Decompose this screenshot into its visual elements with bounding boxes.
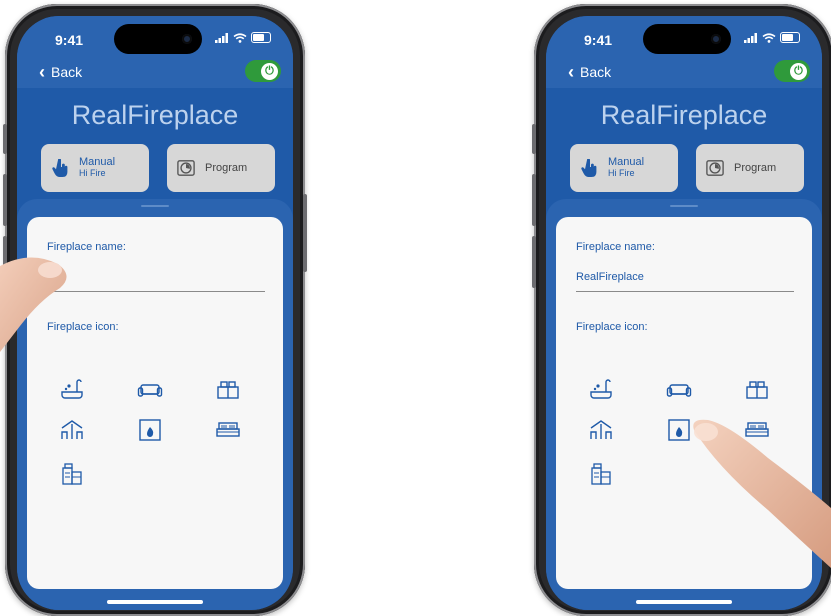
app-title: RealFireplace: [600, 100, 768, 130]
volume-down-button: [532, 236, 536, 288]
fireplace-icon-label: Fireplace icon:: [576, 321, 648, 333]
app-title: RealFireplace: [71, 100, 239, 130]
battery-icon: [251, 32, 271, 43]
fireplace-icon[interactable]: [666, 419, 692, 441]
sheet-grabber[interactable]: [141, 205, 169, 207]
fireplace-name-label: Fireplace name:: [47, 241, 126, 253]
manual-mode-button[interactable]: Manual Hi Fire: [41, 144, 149, 192]
back-label: Back: [51, 64, 83, 80]
dynamic-island: [643, 24, 731, 54]
mute-switch: [3, 124, 7, 154]
power-side-button: [303, 194, 307, 272]
hand-pointer-icon: [51, 158, 69, 178]
kitchen-icon[interactable]: [588, 463, 614, 485]
program-mode-button[interactable]: Program: [696, 144, 804, 192]
fireplace-name-input[interactable]: RealFireplace: [576, 271, 644, 283]
manual-label: Manual: [79, 156, 116, 168]
wifi-icon: [762, 32, 776, 43]
manual-mode-button[interactable]: Manual Hi Fire: [570, 144, 678, 192]
status-bar: 9:41: [17, 16, 293, 64]
status-time: 9:41: [584, 32, 613, 48]
back-label: Back: [580, 64, 612, 80]
bed-icon[interactable]: [215, 419, 241, 441]
signal-icon: [215, 32, 228, 43]
fireplace-name-label: Fireplace name:: [576, 241, 655, 253]
input-underline: [576, 291, 794, 292]
sofa-icon[interactable]: [666, 379, 692, 401]
home-indicator: [636, 600, 732, 604]
bedroom-icon[interactable]: [215, 379, 241, 401]
edit-sheet: Fireplace name: RealFireplace Fireplace …: [546, 199, 822, 610]
pergola-icon[interactable]: [59, 419, 85, 441]
status-bar: 9:41: [546, 16, 822, 64]
home-indicator: [107, 600, 203, 604]
bathtub-icon[interactable]: [59, 379, 85, 401]
power-icon: ⏻: [261, 62, 278, 80]
power-icon: ⏻: [790, 62, 807, 80]
pergola-icon[interactable]: [588, 419, 614, 441]
status-icons: [215, 32, 271, 43]
chevron-left-icon: ‹: [568, 62, 574, 82]
nav-bar: ‹ Back ⏻: [546, 60, 822, 88]
edit-sheet: Fireplace name: pty Fireplace icon:: [17, 199, 293, 610]
back-button[interactable]: ‹ Back: [39, 62, 83, 82]
chevron-left-icon: ‹: [39, 62, 45, 82]
power-toggle[interactable]: ⏻: [245, 60, 281, 82]
program-label: Program: [205, 161, 248, 174]
screen: 9:41 ‹ Back ⏻ RealFireplace Manual Hi Fi…: [546, 16, 822, 610]
status-time: 9:41: [55, 32, 84, 48]
volume-down-button: [3, 236, 7, 288]
mute-switch: [532, 124, 536, 154]
bathtub-icon[interactable]: [588, 379, 614, 401]
screen: 9:41 ‹ Back ⏻ RealFireplace Manual Hi Fi…: [17, 16, 293, 610]
phone-left: 9:41 ‹ Back ⏻ RealFireplace Manual Hi Fi…: [3, 4, 307, 616]
nav-bar: ‹ Back ⏻: [17, 60, 293, 88]
manual-sub-label: Hi Fire: [608, 168, 635, 178]
manual-label: Manual: [608, 156, 645, 168]
input-underline: [47, 291, 265, 292]
clock-icon: [706, 158, 724, 178]
program-mode-button[interactable]: Program: [167, 144, 275, 192]
wifi-icon: [233, 32, 247, 43]
sofa-icon[interactable]: [137, 379, 163, 401]
signal-icon: [744, 32, 757, 43]
program-label: Program: [734, 161, 777, 174]
camera-icon: [711, 34, 721, 44]
phone-right: 9:41 ‹ Back ⏻ RealFireplace Manual Hi Fi…: [532, 4, 831, 616]
kitchen-icon[interactable]: [59, 463, 85, 485]
fireplace-icon-label: Fireplace icon:: [47, 321, 119, 333]
bed-icon[interactable]: [744, 419, 770, 441]
power-toggle[interactable]: ⏻: [774, 60, 810, 82]
volume-up-button: [532, 174, 536, 226]
back-button[interactable]: ‹ Back: [568, 62, 612, 82]
bedroom-icon[interactable]: [744, 379, 770, 401]
manual-sub-label: Hi Fire: [79, 168, 106, 178]
fireplace-name-input[interactable]: pty: [47, 271, 62, 283]
battery-icon: [780, 32, 800, 43]
edit-card: Fireplace name: RealFireplace Fireplace …: [556, 217, 812, 589]
dynamic-island: [114, 24, 202, 54]
clock-icon: [177, 158, 195, 178]
hand-pointer-icon: [580, 158, 598, 178]
volume-up-button: [3, 174, 7, 226]
fireplace-icon[interactable]: [137, 419, 163, 441]
edit-card: Fireplace name: pty Fireplace icon:: [27, 217, 283, 589]
sheet-grabber[interactable]: [670, 205, 698, 207]
status-icons: [744, 32, 800, 43]
camera-icon: [182, 34, 192, 44]
